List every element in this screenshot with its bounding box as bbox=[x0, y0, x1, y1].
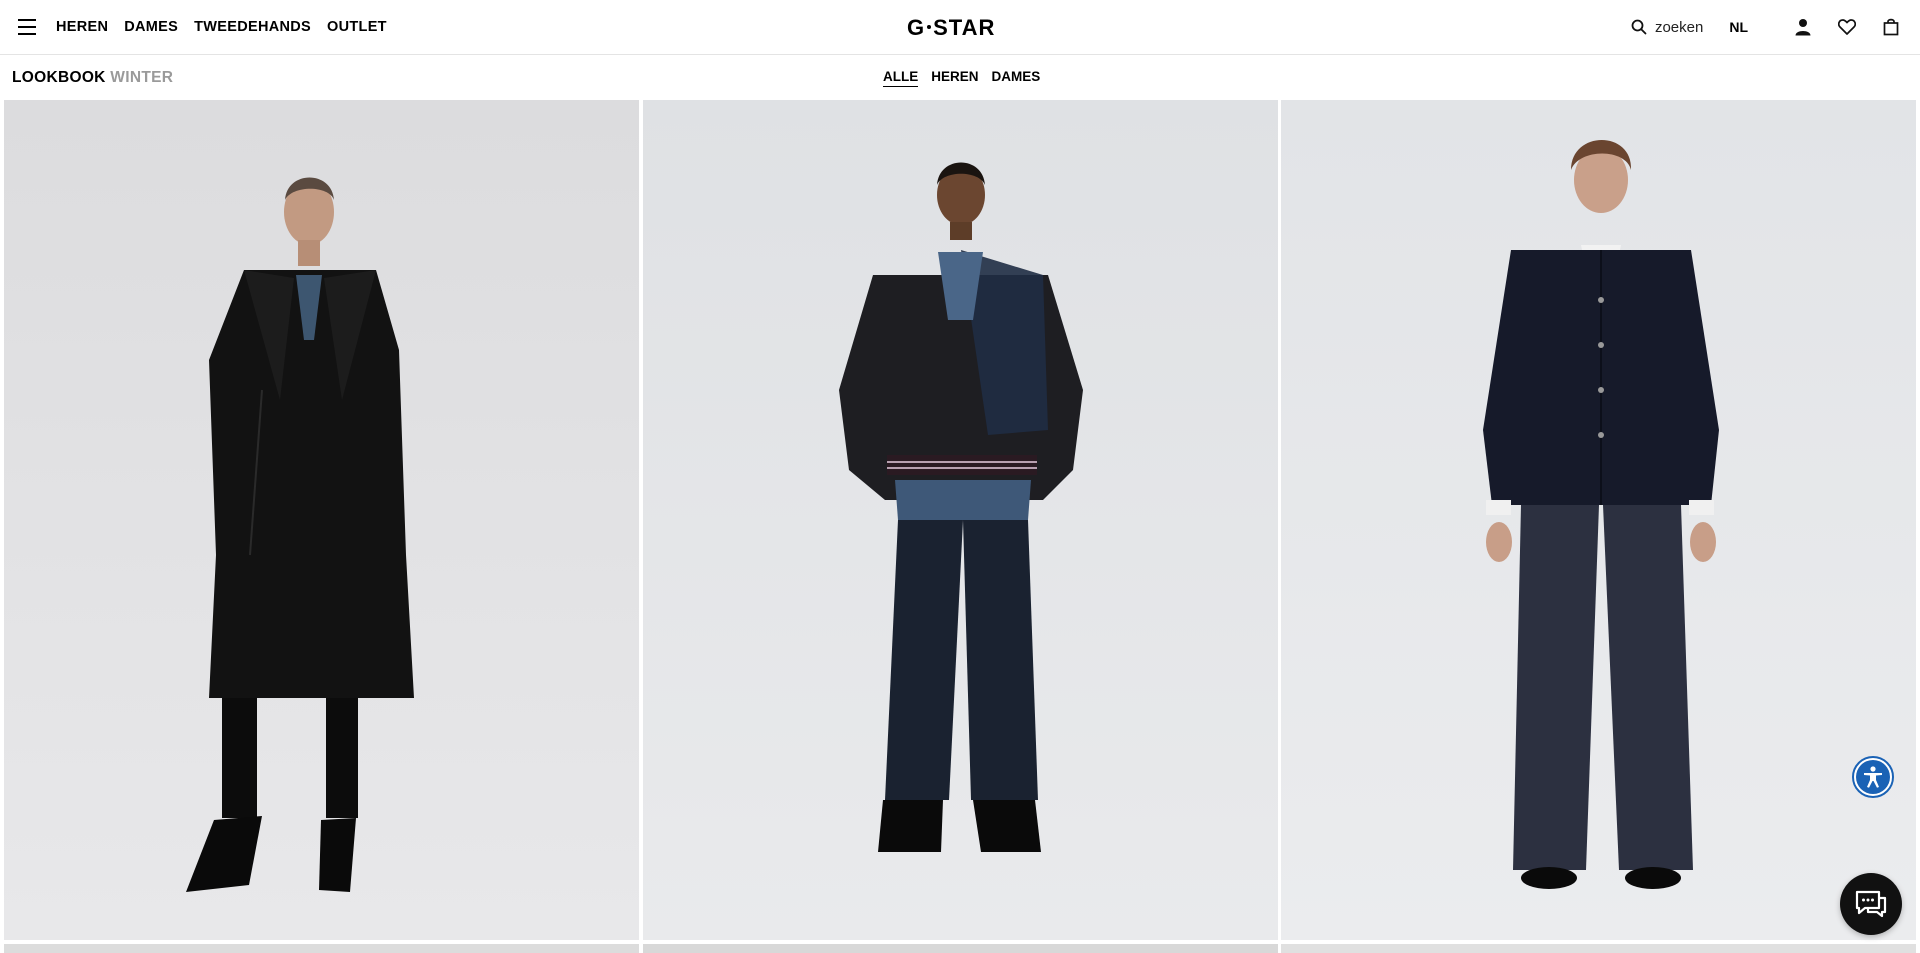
filter-alle[interactable]: ALLE bbox=[883, 69, 919, 87]
lookbook-subheader: LOOKBOOK WINTER ALLE HEREN DAMES bbox=[0, 56, 1920, 100]
nav-item-tweedehands[interactable]: TWEEDEHANDS bbox=[194, 19, 311, 35]
wishlist-heart-icon[interactable] bbox=[1836, 16, 1858, 38]
man-navy-denim-jacket-wide-jeans-look bbox=[1281, 100, 1916, 940]
main-nav: HEREN DAMES TWEEDEHANDS OUTLET bbox=[56, 19, 387, 35]
filter-dames[interactable]: DAMES bbox=[992, 69, 1041, 87]
lookbook-item-6-preview[interactable] bbox=[1281, 944, 1916, 953]
shopping-bag-icon[interactable] bbox=[1880, 16, 1902, 38]
lookbook-title: LOOKBOOK bbox=[12, 69, 106, 86]
lookbook-grid bbox=[0, 100, 1920, 953]
language-selector[interactable]: NL bbox=[1729, 19, 1748, 35]
account-icon[interactable] bbox=[1792, 16, 1814, 38]
nav-item-outlet[interactable]: OUTLET bbox=[327, 19, 387, 35]
logo-dot bbox=[927, 25, 932, 30]
accessibility-icon bbox=[1856, 760, 1890, 794]
lookbook-item-2[interactable] bbox=[643, 100, 1278, 940]
site-header: HEREN DAMES TWEEDEHANDS OUTLET G STAR zoe… bbox=[0, 0, 1920, 55]
hamburger-menu-icon[interactable] bbox=[18, 19, 36, 35]
logo-text-star: STAR bbox=[933, 15, 996, 40]
page-title: LOOKBOOK WINTER bbox=[12, 69, 173, 87]
search-label: zoeken bbox=[1654, 18, 1704, 36]
lookbook-item-4-preview[interactable] bbox=[4, 944, 639, 953]
woman-varsity-bomber-flare-jeans-look bbox=[643, 100, 1278, 940]
lookbook-item-1[interactable] bbox=[4, 100, 639, 940]
lookbook-season: WINTER bbox=[110, 69, 174, 86]
filter-heren[interactable]: HEREN bbox=[931, 69, 978, 87]
chat-support-icon bbox=[1855, 890, 1887, 918]
chat-support-button[interactable] bbox=[1840, 873, 1902, 935]
gstar-logo[interactable]: G STAR bbox=[907, 15, 995, 41]
lookbook-item-3[interactable] bbox=[1281, 100, 1916, 940]
accessibility-button[interactable] bbox=[1852, 756, 1894, 798]
nav-item-dames[interactable]: DAMES bbox=[124, 19, 178, 35]
search-button[interactable]: zoeken bbox=[1631, 19, 1703, 36]
header-tools: zoeken NL bbox=[1631, 16, 1902, 38]
lookbook-filters: ALLE HEREN DAMES bbox=[883, 69, 1040, 87]
logo-text-g: G bbox=[907, 15, 926, 40]
lookbook-item-5-preview[interactable] bbox=[643, 944, 1278, 953]
nav-item-heren[interactable]: HEREN bbox=[56, 19, 108, 35]
woman-black-long-coat-look bbox=[4, 100, 639, 940]
search-icon bbox=[1631, 19, 1647, 35]
